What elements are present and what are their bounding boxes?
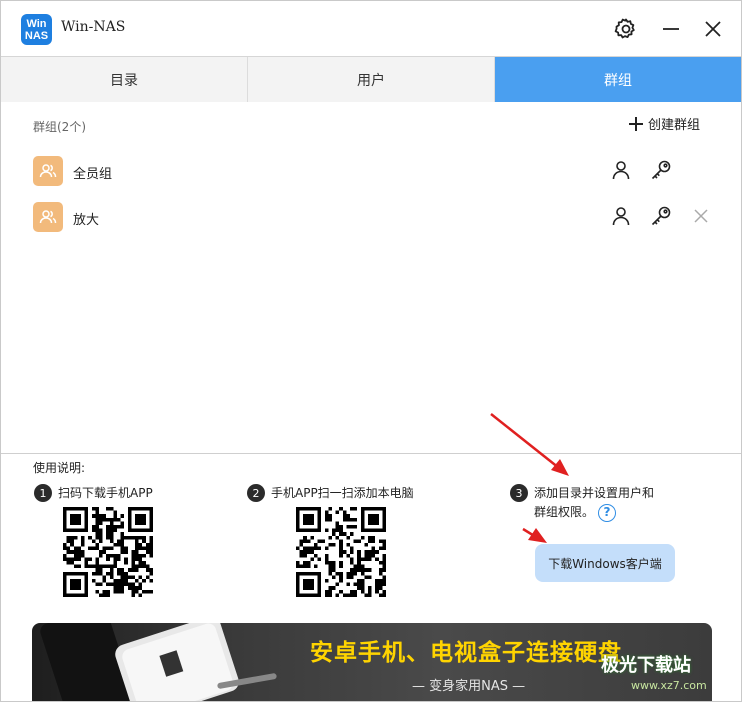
logo-line1: Win <box>26 17 47 30</box>
user-icon <box>612 161 630 180</box>
close-icon <box>705 21 721 37</box>
group-row[interactable]: 全员组 <box>1 151 741 191</box>
group-count-label: 群组(2个) <box>33 120 86 134</box>
users-icon <box>39 210 57 224</box>
group-permission-button[interactable] <box>648 203 674 229</box>
watermark-text: 极光下载站 <box>601 655 691 676</box>
create-group-button[interactable]: 创建群组 <box>627 114 700 133</box>
tab-bar: 目录 用户 群组 <box>1 56 741 102</box>
tab-directory[interactable]: 目录 <box>1 57 248 102</box>
group-avatar <box>33 202 63 232</box>
group-name: 全员组 <box>73 167 113 182</box>
app-title: Win-NAS <box>61 19 126 35</box>
step-number: 2 <box>247 484 265 502</box>
user-icon <box>612 207 630 226</box>
minimize-icon <box>663 28 679 30</box>
plus-icon <box>629 116 643 131</box>
tab-users[interactable]: 用户 <box>248 57 495 102</box>
banner-title: 安卓手机、电视盒子连接硬盘 <box>310 640 622 666</box>
section-divider <box>1 453 741 454</box>
create-group-label: 创建群组 <box>648 118 701 133</box>
banner-subtitle: — 变身家用NAS — <box>412 679 526 694</box>
close-icon <box>694 209 708 223</box>
key-icon <box>651 206 671 226</box>
annotation-arrows <box>490 413 569 543</box>
group-row[interactable]: 放大 <box>1 197 741 237</box>
key-icon <box>651 160 671 180</box>
qr-code-app-download <box>63 507 153 597</box>
settings-button[interactable] <box>611 14 641 44</box>
app-window: Win NAS Win-NAS 目录 用户 群组 群组(2个) 创建群组 全员组… <box>0 0 742 702</box>
step-2: 2 手机APP扫一扫添加本电脑 <box>247 484 414 503</box>
watermark-url: www.xz7.com <box>631 679 707 692</box>
step-1: 1 扫码下载手机APP <box>34 484 153 503</box>
close-button[interactable] <box>698 14 728 44</box>
qr-code-add-computer <box>296 507 386 597</box>
group-name: 放大 <box>73 213 100 228</box>
help-icon[interactable]: ? <box>598 503 617 522</box>
group-members-button[interactable] <box>608 157 634 183</box>
step-text: 扫码下载手机APP <box>58 486 153 500</box>
instructions-title: 使用说明: <box>33 461 86 475</box>
group-members-button[interactable] <box>608 203 634 229</box>
gear-icon <box>614 18 635 39</box>
title-bar: Win NAS Win-NAS <box>1 1 741 56</box>
tab-groups[interactable]: 群组 <box>495 57 741 102</box>
users-icon <box>39 164 57 178</box>
step-text: 手机APP扫一扫添加本电脑 <box>271 486 414 500</box>
step-number: 1 <box>34 484 52 502</box>
delete-group-button[interactable] <box>688 203 714 229</box>
minimize-button[interactable] <box>656 14 686 44</box>
phone-illustration <box>40 623 277 701</box>
group-permission-button[interactable] <box>648 157 674 183</box>
group-avatar <box>33 156 63 186</box>
app-logo: Win NAS <box>21 14 52 45</box>
logo-line2: NAS <box>24 29 49 42</box>
